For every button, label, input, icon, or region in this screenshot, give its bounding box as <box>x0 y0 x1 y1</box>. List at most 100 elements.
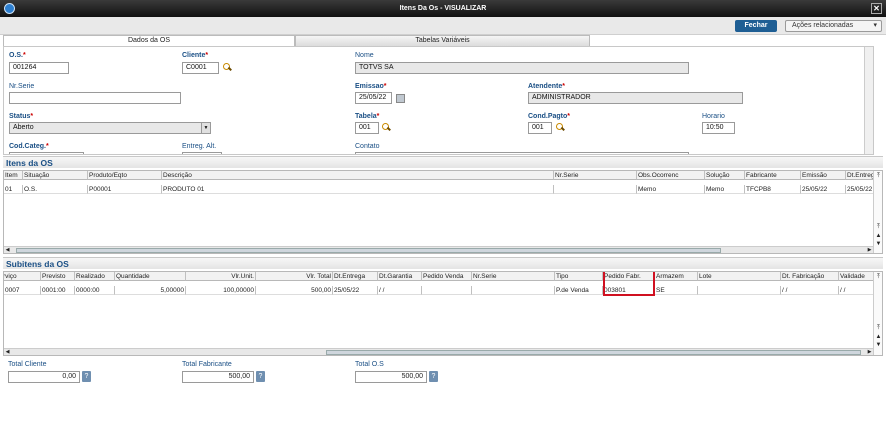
column-header[interactable]: Nr.Serie <box>554 171 637 180</box>
horario-label: Horario <box>702 113 725 120</box>
column-header[interactable]: Item <box>4 171 23 180</box>
total-os-field[interactable]: 500,00 <box>355 371 427 383</box>
cod-categ-field[interactable] <box>9 152 84 154</box>
scroll-down-icon[interactable]: ▼ <box>874 240 882 248</box>
help-icon[interactable]: ? <box>256 371 265 382</box>
column-header[interactable]: Nr.Serie <box>472 272 555 281</box>
tab-dados-da-os[interactable]: Dados da OS <box>3 35 295 46</box>
atendente-label: Atendente* <box>528 83 565 90</box>
cliente-search-icon[interactable] <box>223 63 232 72</box>
scroll-thumb[interactable] <box>16 248 721 253</box>
total-cliente-field[interactable]: 0,00 <box>8 371 80 383</box>
actions-dropdown[interactable]: Ações relacionadas ▾ <box>785 20 882 32</box>
column-header[interactable]: Descrição <box>162 171 554 180</box>
scroll-right-icon[interactable]: ▶ <box>866 247 873 253</box>
scroll-thumb[interactable] <box>326 350 861 355</box>
tabela-label: Tabela* <box>355 113 380 120</box>
table-cell: 0000:00 <box>75 286 115 295</box>
column-header[interactable]: Armazem <box>655 272 698 281</box>
column-header[interactable]: Produto/Eqto <box>88 171 162 180</box>
window-title: Itens Da Os - VISUALIZAR <box>399 5 487 12</box>
column-header[interactable]: Situação <box>23 171 88 180</box>
table-cell: Memo <box>705 185 745 194</box>
column-header[interactable]: Vlr. Total <box>256 272 333 281</box>
cond-pagto-search-icon[interactable] <box>556 123 565 132</box>
column-header[interactable]: Previsto <box>41 272 75 281</box>
table-cell: P00001 <box>88 185 162 194</box>
itens-horizontal-scrollbar[interactable]: ◀ ▶ <box>4 246 873 253</box>
column-header[interactable]: Serviço <box>4 272 41 281</box>
scroll-top-icon[interactable]: ⤒ <box>874 172 882 180</box>
column-header[interactable]: Pedido Fabr. <box>603 272 655 281</box>
help-icon[interactable]: ? <box>429 371 438 382</box>
column-header[interactable]: Tipo <box>555 272 603 281</box>
column-header[interactable]: Emissão <box>801 171 846 180</box>
table-cell: 500,00 <box>256 286 333 295</box>
nome-field[interactable]: TOTVS SA <box>355 62 689 74</box>
entreg-alt-field[interactable] <box>182 152 222 154</box>
os-field[interactable]: 001264 <box>9 62 69 74</box>
window-close-icon[interactable]: ✕ <box>871 3 882 14</box>
close-button[interactable]: Fechar <box>735 20 777 32</box>
table-cell <box>472 286 555 295</box>
status-select[interactable]: Aberto ▼ <box>9 122 211 134</box>
window-titlebar: Itens Da Os - VISUALIZAR ✕ <box>0 0 886 17</box>
column-header[interactable]: Quantidade <box>115 272 186 281</box>
table-cell: O.S. <box>23 185 88 194</box>
cond-pagto-field[interactable]: 001 <box>528 122 552 134</box>
column-header[interactable]: Dt. Fabricação <box>781 272 839 281</box>
scroll-top-icon[interactable]: ⤒ <box>874 273 882 281</box>
scroll-left-icon[interactable]: ◀ <box>4 247 11 253</box>
scroll-top-icon[interactable]: ⤒ <box>874 324 882 332</box>
column-header[interactable]: Solução <box>705 171 745 180</box>
column-header[interactable]: Dt.Entrega <box>846 171 874 180</box>
actions-label: Ações relacionadas <box>792 22 854 29</box>
cod-categ-label: Cod.Categ.* <box>9 143 49 150</box>
subitens-horizontal-scrollbar[interactable]: ◀ ▶ <box>4 348 873 355</box>
cliente-field[interactable]: C0001 <box>182 62 219 74</box>
column-header[interactable]: Fabricante <box>745 171 801 180</box>
scroll-up-icon[interactable]: ▲ <box>874 232 882 240</box>
total-fabricante-field[interactable]: 500,00 <box>182 371 254 383</box>
horario-field[interactable]: 10:50 <box>702 122 735 134</box>
tabela-field[interactable]: 001 <box>355 122 379 134</box>
itens-section-title: Itens da OS <box>3 156 883 168</box>
table-row[interactable]: 0007 0001:00 0000:00 5,00000 100,00000 5… <box>4 286 874 295</box>
subitens-section-title: Subitens da OS <box>3 257 883 269</box>
tabela-search-icon[interactable] <box>382 123 391 132</box>
entreg-alt-label: Entreg. Alt. <box>182 143 217 150</box>
column-header[interactable]: Vlr.Unit. <box>186 272 256 281</box>
help-icon[interactable]: ? <box>82 371 91 382</box>
atendente-field[interactable]: ADMINISTRADOR <box>528 92 743 104</box>
form-scrollbar[interactable] <box>864 47 873 154</box>
subitens-side-scroll: ⤒ ⤒ ▲ ▼ <box>873 272 882 355</box>
contato-field[interactable] <box>355 152 689 154</box>
tab-bar: Dados da OS Tabelas Variáveis <box>0 35 886 46</box>
table-row[interactable]: 01 O.S. P00001 PRODUTO 01 Memo Memo TFCP… <box>4 185 874 194</box>
column-header[interactable]: Realizado <box>75 272 115 281</box>
column-header[interactable]: Dt.Entrega <box>333 272 378 281</box>
table-cell <box>554 185 637 194</box>
scroll-top-icon[interactable]: ⤒ <box>874 223 882 231</box>
scroll-right-icon[interactable]: ▶ <box>866 349 873 355</box>
total-cliente-label: Total Cliente <box>8 361 47 368</box>
column-header[interactable]: Dt.Garantia <box>378 272 422 281</box>
column-header[interactable]: Obs.Ocorrenc <box>637 171 705 180</box>
table-cell: 0007 <box>4 286 41 295</box>
scroll-down-icon[interactable]: ▼ <box>874 341 882 349</box>
total-os-label: Total O.S <box>355 361 384 368</box>
table-cell: 0001:00 <box>41 286 75 295</box>
emissao-field[interactable]: 25/05/22 <box>355 92 392 104</box>
nr-serie-field[interactable] <box>9 92 181 104</box>
table-cell: 100,00000 <box>186 286 256 295</box>
cond-pagto-label: Cond.Pagto* <box>528 113 571 120</box>
tab-tabelas-variaveis[interactable]: Tabelas Variáveis <box>295 35 590 46</box>
scroll-left-icon[interactable]: ◀ <box>4 349 11 355</box>
contato-label: Contato <box>355 143 380 150</box>
subitens-grid: Serviço Previsto Realizado Quantidade Vl… <box>3 271 883 356</box>
scroll-up-icon[interactable]: ▲ <box>874 333 882 341</box>
column-header[interactable]: Pedido Venda <box>422 272 472 281</box>
column-header[interactable]: Lote <box>698 272 781 281</box>
column-header[interactable]: Validade <box>839 272 874 281</box>
calendar-icon[interactable] <box>396 94 405 103</box>
